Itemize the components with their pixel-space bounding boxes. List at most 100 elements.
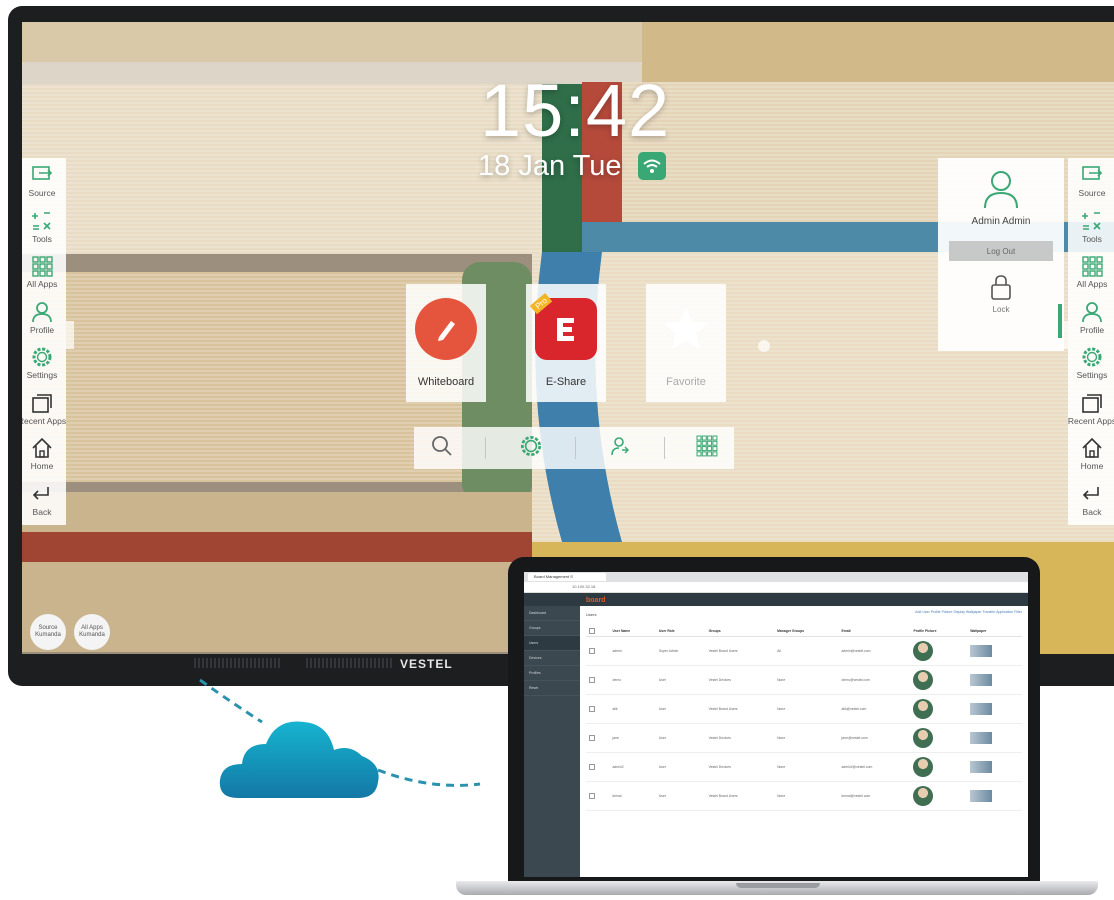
- cell-group: Vestel Board Users: [705, 781, 775, 811]
- column-header[interactable]: User Name: [609, 626, 656, 637]
- column-header[interactable]: Groups: [705, 626, 775, 637]
- sidebar-item-settings[interactable]: Settings: [22, 340, 66, 386]
- cell-wallpaper: [967, 665, 1022, 695]
- cell-manager: None: [774, 665, 839, 695]
- sidebar-item-tools[interactable]: Tools: [1068, 204, 1114, 250]
- app-label: E-Share: [545, 376, 587, 388]
- wallpaper-thumbnail: [970, 674, 993, 686]
- select-all[interactable]: [586, 626, 610, 637]
- clock-date: 18 Jan Tue: [478, 150, 622, 182]
- sidebar-item-recent-apps[interactable]: Recent Apps: [1068, 386, 1114, 432]
- cell-role: User: [655, 752, 706, 782]
- app-nav-item[interactable]: Users: [524, 636, 580, 651]
- app-nav-item[interactable]: Dashboard: [524, 606, 580, 621]
- app-label: Favorite: [666, 376, 706, 388]
- speaker-grille: [306, 658, 394, 668]
- cell-name: jane: [609, 723, 656, 753]
- profile-icon: [1082, 301, 1102, 322]
- row-checkbox[interactable]: [586, 665, 610, 695]
- wallpaper-thumbnail: [970, 732, 993, 744]
- address-bar[interactable]: 10.100.32.18: [524, 582, 1028, 593]
- table-row[interactable]: alik User Vestel Board Users None alik@veste…: [586, 694, 1022, 724]
- table-row[interactable]: demo User Vestel Devices None demo@vestel.co…: [586, 665, 1022, 695]
- sidebar-item-back[interactable]: Back: [1068, 477, 1114, 523]
- sidebar-item-profile[interactable]: Profile: [1068, 295, 1114, 341]
- user-switch-icon[interactable]: [608, 434, 632, 463]
- user-icon: [984, 171, 1018, 209]
- app-nav-item[interactable]: Devices: [524, 651, 580, 666]
- grid-icon: [1082, 256, 1103, 277]
- wallpaper-thumbnail: [970, 790, 993, 802]
- table-row[interactable]: admin Super Admin Vestel Board Users All adm…: [586, 636, 1022, 666]
- source-remote-button[interactable]: Source Kumanda: [30, 614, 66, 650]
- app-tile-eshare[interactable]: Pro E-Share: [526, 284, 606, 402]
- row-checkbox[interactable]: [586, 723, 610, 753]
- star-icon: [655, 298, 717, 360]
- left-toolbar-handle[interactable]: [66, 321, 74, 349]
- sidebar-item-label: All Apps: [26, 279, 58, 290]
- avatar: [913, 786, 934, 806]
- table-row[interactable]: jane User Vestel Devices None jane@vestel.co…: [586, 723, 1022, 753]
- sidebar-item-tools[interactable]: Tools: [22, 204, 66, 250]
- laptop-screen: Board Management S 10.100.32.18 board Da…: [524, 572, 1028, 877]
- wifi-icon: [638, 152, 666, 180]
- gear-icon: [1082, 347, 1102, 367]
- cell-manager: None: [774, 694, 839, 724]
- app-nav-item[interactable]: Profiles: [524, 666, 580, 681]
- sidebar-item-home[interactable]: Home: [1068, 431, 1114, 477]
- back-icon: [1082, 486, 1099, 500]
- app-tile-favorite[interactable]: Favorite: [646, 284, 726, 402]
- search-icon[interactable]: [430, 434, 454, 463]
- cell-avatar: [910, 694, 968, 724]
- app-logo: board: [586, 596, 606, 604]
- avatar: [913, 670, 934, 690]
- table-row[interactable]: admin2 User Vestel Devices None admin2@veste…: [586, 752, 1022, 782]
- cell-wallpaper: [967, 723, 1022, 753]
- sidebar-item-profile[interactable]: Profile: [22, 295, 66, 341]
- cell-role: Super Admin: [655, 636, 706, 666]
- cell-name: admin2: [609, 752, 656, 782]
- cell-email: admin@vestel.com: [838, 636, 911, 666]
- all-apps-remote-button[interactable]: All Apps Kumanda: [74, 614, 110, 650]
- sidebar-item-recent-apps[interactable]: Recent Apps: [22, 386, 66, 432]
- app-tile-whiteboard[interactable]: Whiteboard: [406, 284, 486, 402]
- column-header[interactable]: Email: [838, 626, 911, 637]
- sidebar-item-back[interactable]: Back: [22, 477, 66, 523]
- cell-role: User: [655, 781, 706, 811]
- page-indicator[interactable]: [758, 340, 770, 352]
- column-header[interactable]: Manager Groups: [774, 626, 839, 637]
- sidebar-item-all-apps[interactable]: All Apps: [22, 249, 66, 295]
- source-icon: [32, 166, 53, 181]
- browser-tab[interactable]: Board Management S: [528, 573, 606, 581]
- app-nav-item[interactable]: Groups: [524, 621, 580, 636]
- sidebar-item-source[interactable]: Source: [22, 158, 66, 204]
- cell-email: kemal@vestel.com: [838, 781, 911, 811]
- cell-manager: All: [774, 636, 839, 666]
- row-checkbox[interactable]: [586, 694, 610, 724]
- eshare-icon: Pro: [529, 292, 597, 360]
- column-header[interactable]: Profile Picture: [910, 626, 968, 637]
- cell-group: Vestel Devices: [705, 723, 775, 753]
- avatar: [913, 728, 934, 748]
- column-header[interactable]: User Role: [655, 626, 706, 637]
- sidebar-item-label: Tools: [32, 233, 52, 244]
- cell-name: admin: [609, 636, 656, 666]
- sidebar-item-home[interactable]: Home: [22, 431, 66, 477]
- gear-icon[interactable]: [518, 433, 544, 464]
- table-row[interactable]: kemal User Vestel Board Users None kemal@ves…: [586, 781, 1022, 811]
- app-nav-item[interactable]: Reset: [524, 681, 580, 696]
- lock-icon[interactable]: [989, 273, 1013, 301]
- row-checkbox[interactable]: [586, 752, 610, 782]
- recent-apps-icon: [32, 393, 52, 413]
- sidebar-item-settings[interactable]: Settings: [1068, 340, 1114, 386]
- home-icon: [32, 438, 52, 459]
- sidebar-item-source[interactable]: Source: [1068, 158, 1114, 204]
- whiteboard-icon: [415, 298, 477, 360]
- row-checkbox[interactable]: [586, 781, 610, 811]
- sidebar-item-all-apps[interactable]: All Apps: [1068, 249, 1114, 295]
- logout-button[interactable]: Log Out: [949, 241, 1053, 261]
- row-checkbox[interactable]: [586, 636, 610, 666]
- grid-icon[interactable]: [696, 435, 718, 462]
- action-links[interactable]: Add User Profile Picture Display Wallpap…: [580, 606, 1028, 618]
- column-header[interactable]: Wallpaper: [967, 626, 1022, 637]
